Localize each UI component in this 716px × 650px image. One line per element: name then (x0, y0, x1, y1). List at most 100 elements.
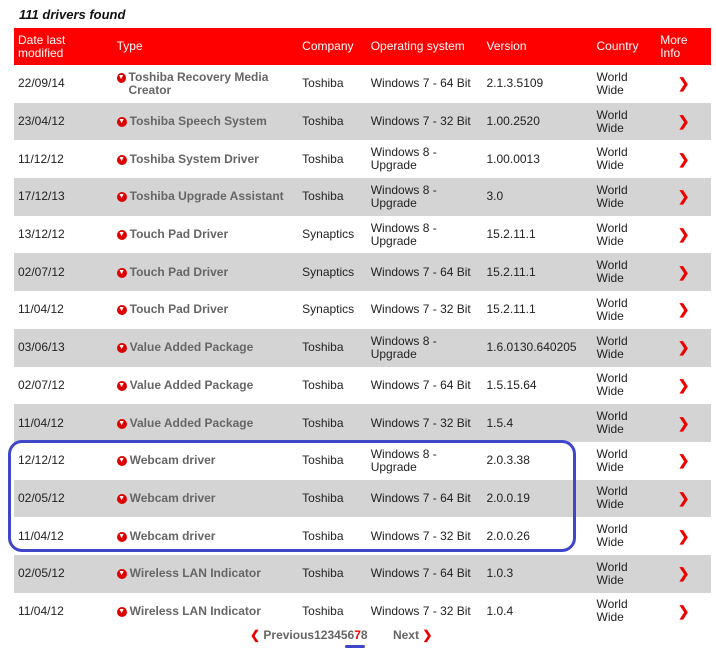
table-row: 23/04/12 ▼ Toshiba Speech System Toshiba Win… (14, 102, 711, 141)
more-info-chevron-icon[interactable]: ❯ (656, 178, 711, 216)
expand-icon[interactable]: ▼ (116, 117, 127, 128)
expand-icon[interactable]: ▼ (116, 305, 127, 316)
country-cell: World Wide (596, 597, 628, 625)
type-link[interactable]: ▼ Toshiba Recovery Media Creator (113, 65, 299, 103)
expand-icon[interactable]: ▼ (116, 380, 127, 391)
type-label[interactable]: Toshiba Recovery Media Creator (129, 70, 295, 97)
os-cell: Windows 7 - 64 Bit (370, 76, 471, 91)
country-cell: World Wide (592, 554, 657, 593)
country-cell: World Wide (592, 178, 657, 216)
expand-icon[interactable]: ▼ (116, 72, 126, 83)
header-3: Operating system (366, 28, 483, 65)
expand-icon[interactable]: ▼ (116, 192, 127, 203)
table-row: 17/12/13 ▼ Toshiba Upgrade Assistant Toshib… (14, 178, 711, 216)
table-row: 02/05/12 ▼ Wireless LAN Indicator Toshiba Wi… (14, 554, 711, 593)
type-label[interactable]: Touch Pad Driver (130, 265, 228, 279)
date-cell: 11/04/12 (18, 302, 64, 317)
type-label[interactable]: Toshiba System Driver (130, 152, 259, 166)
version-cell: 15.2.11.1 (482, 253, 593, 292)
expand-icon[interactable]: ▼ (116, 230, 127, 241)
company-cell: Toshiba (298, 102, 367, 141)
company-cell: Toshiba (298, 404, 367, 442)
page-link-1[interactable]: 1 (314, 628, 321, 642)
more-info-chevron-icon[interactable]: ❯ (656, 253, 711, 292)
version-cell: 1.5.15.64 (486, 377, 537, 392)
more-info-chevron-icon[interactable]: ❯ (656, 291, 711, 329)
type-label[interactable]: Value Added Package (130, 341, 254, 354)
company-cell: Synaptics (302, 302, 355, 317)
type-link[interactable]: ▼ Toshiba Upgrade Assistant (112, 178, 299, 216)
more-info-chevron-icon[interactable]: ❯ (656, 404, 711, 442)
country-cell: World Wide (596, 371, 628, 399)
type-label[interactable]: Wireless LAN Indicator (130, 604, 261, 618)
version-cell: 15.2.11.1 (486, 302, 536, 317)
pagination: ❮ Previous12345678 Next ❯ (250, 628, 432, 642)
expand-icon[interactable]: ▼ (116, 606, 127, 617)
os-cell: Windows 7 - 64 Bit (366, 554, 483, 593)
more-info-chevron-icon[interactable]: ❯ (656, 367, 711, 405)
header-6: More Info (656, 28, 711, 65)
previous-link[interactable]: ❮ Previous (250, 628, 314, 642)
header-5: Country (592, 28, 657, 65)
page-link-4[interactable]: 4 (334, 628, 341, 642)
more-info-chevron-icon[interactable]: ❯ (656, 554, 711, 593)
version-cell: 1.0.4 (486, 603, 514, 618)
more-info-chevron-icon[interactable]: ❯ (656, 328, 711, 367)
version-cell: 1.0.3 (482, 554, 593, 593)
expand-icon[interactable]: ▼ (116, 343, 127, 354)
expand-icon[interactable]: ▼ (116, 418, 127, 429)
table-row: 11/04/12 ▼ Touch Pad Driver Synaptics Window… (14, 291, 711, 329)
page-link-8[interactable]: 8 (361, 628, 368, 642)
type-label[interactable]: Toshiba Upgrade Assistant (130, 190, 284, 203)
next-link[interactable]: Next ❯ (393, 628, 432, 642)
more-info-chevron-icon[interactable]: ❯ (656, 593, 711, 631)
country-cell: World Wide (596, 69, 628, 97)
os-cell: Windows 8 - Upgrade (366, 178, 483, 216)
country-cell: World Wide (592, 253, 657, 292)
version-cell: 2.1.3.5109 (486, 76, 544, 91)
os-cell: Windows 8 - Upgrade (366, 328, 483, 367)
type-label[interactable]: Touch Pad Driver (130, 303, 228, 316)
country-cell: World Wide (596, 295, 628, 323)
type-label[interactable]: Toshiba Speech System (130, 115, 267, 128)
version-cell: 1.00.0013 (486, 151, 540, 166)
date-cell: 23/04/12 (14, 102, 113, 141)
expand-icon[interactable]: ▼ (116, 267, 127, 278)
more-info-chevron-icon[interactable]: ❯ (656, 140, 711, 178)
date-cell: 22/09/14 (18, 76, 65, 91)
page-link-5[interactable]: 5 (341, 628, 348, 642)
type-link[interactable]: ▼ Value Added Package (112, 328, 299, 367)
type-link[interactable]: ▼ Touch Pad Driver (113, 216, 299, 254)
type-link[interactable]: ▼ Toshiba System Driver (113, 140, 299, 178)
current-page-underline (345, 645, 365, 648)
country-cell: World Wide (592, 404, 657, 442)
page-link-7[interactable]: 7 (354, 628, 361, 642)
expand-icon[interactable]: ▼ (116, 154, 127, 165)
more-info-chevron-icon[interactable]: ❯ (656, 442, 711, 480)
table-row: 11/04/12 ▼ Value Added Package Toshiba Windo… (14, 404, 711, 442)
type-label[interactable]: Wireless LAN Indicator (130, 567, 261, 580)
type-link[interactable]: ▼ Wireless LAN Indicator (113, 593, 299, 631)
type-label[interactable]: Value Added Package (130, 378, 254, 392)
more-info-chevron-icon[interactable]: ❯ (656, 65, 711, 103)
date-cell: 02/07/12 (18, 377, 65, 392)
type-link[interactable]: ▼ Toshiba Speech System (112, 102, 299, 141)
type-link[interactable]: ▼ Wireless LAN Indicator (112, 554, 299, 593)
type-link[interactable]: ▼ Touch Pad Driver (113, 291, 299, 329)
header-2: Company (298, 28, 367, 65)
type-link[interactable]: ▼ Value Added Package (113, 367, 299, 405)
company-cell: Toshiba (298, 178, 367, 216)
table-row: 11/04/12 ▼ Wireless LAN Indicator Toshiba Wi… (14, 593, 711, 631)
type-label[interactable]: Value Added Package (130, 416, 254, 430)
more-info-chevron-icon[interactable]: ❯ (656, 517, 711, 555)
table-row: 13/12/12 ▼ Touch Pad Driver Synaptics Window… (14, 216, 711, 254)
company-cell: Toshiba (298, 328, 367, 367)
type-link[interactable]: ▼ Value Added Package (112, 404, 299, 442)
header-1: Type (112, 28, 299, 65)
type-label[interactable]: Touch Pad Driver (130, 228, 228, 241)
type-link[interactable]: ▼ Touch Pad Driver (112, 253, 299, 292)
expand-icon[interactable]: ▼ (116, 569, 127, 580)
more-info-chevron-icon[interactable]: ❯ (656, 479, 711, 518)
more-info-chevron-icon[interactable]: ❯ (656, 102, 711, 141)
more-info-chevron-icon[interactable]: ❯ (656, 216, 711, 254)
